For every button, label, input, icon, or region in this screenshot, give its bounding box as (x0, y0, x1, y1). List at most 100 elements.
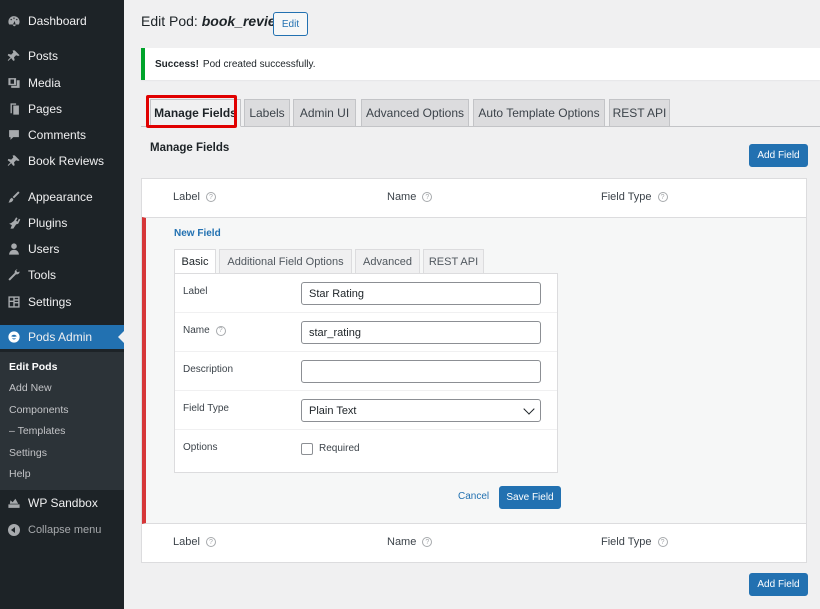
sidebar-item-media[interactable]: Media (0, 71, 124, 95)
column-field-type: Field Type? (601, 191, 668, 203)
success-notice: Success! Pod created successfully. (141, 48, 820, 80)
add-field-button-top[interactable]: Add Field (749, 144, 808, 167)
edit-pod-button[interactable]: Edit (273, 12, 308, 36)
help-icon[interactable]: ? (205, 192, 216, 202)
label-input[interactable]: Star Rating (301, 282, 541, 305)
sidebar-item-comments[interactable]: Comments (0, 123, 124, 147)
help-icon[interactable]: ? (215, 325, 226, 336)
column-label-text: Label (173, 191, 200, 203)
submenu-settings[interactable]: Settings (9, 447, 47, 459)
column-label: Label? (173, 191, 216, 203)
description-input[interactable] (301, 360, 541, 383)
sidebar-item-label: Pages (28, 102, 63, 116)
label-field-label: Label (183, 286, 208, 297)
sidebar-item-appearance[interactable]: Appearance (0, 185, 124, 209)
collapse-menu-label: Collapse menu (28, 524, 102, 536)
comment-icon (7, 128, 21, 142)
column-field-type: Field Type? (601, 536, 668, 548)
fields-table: Label? Name? Field Type? New Field Basic… (141, 178, 807, 563)
column-name-text: Name (387, 191, 417, 203)
sidebar-item-label: Posts (28, 49, 59, 63)
help-icon[interactable]: ? (657, 537, 668, 547)
page-title-prefix: Edit Pod: (141, 13, 198, 29)
tab-editor-rest-api[interactable]: REST API (423, 249, 484, 274)
submenu-edit-pods[interactable]: Edit Pods (9, 361, 57, 373)
form-row-label: Label Star Rating (175, 274, 557, 313)
column-name: Name? (387, 191, 433, 203)
help-icon[interactable]: ? (422, 192, 433, 202)
admin-sidebar: Dashboard Posts Media Pages Comments Boo… (0, 0, 124, 609)
submenu-add-new[interactable]: Add New (9, 382, 52, 394)
tab-manage-fields[interactable]: Manage Fields (150, 99, 241, 127)
submenu-help[interactable]: Help (9, 468, 31, 480)
field-type-label: Field Type (183, 403, 229, 414)
manage-fields-title: Manage Fields (150, 142, 230, 154)
tab-basic[interactable]: Basic (174, 249, 216, 274)
help-icon[interactable]: ? (205, 537, 216, 547)
new-field-link[interactable]: New Field (174, 228, 221, 239)
sidebar-item-label: Plugins (28, 216, 68, 230)
page-title: Edit Pod: book_review (141, 13, 287, 29)
collapse-icon (8, 524, 20, 536)
field-type-select[interactable]: Plain Text (301, 399, 541, 422)
sidebar-item-pods-admin[interactable]: Pods Admin (0, 325, 124, 349)
tab-advanced[interactable]: Advanced (355, 249, 420, 274)
help-icon[interactable]: ? (657, 192, 668, 202)
name-field-label: Name? (183, 325, 226, 336)
notice-text: Pod created successfully. (202, 58, 316, 70)
sidebar-item-dashboard[interactable]: Dashboard (0, 9, 124, 33)
save-field-button[interactable]: Save Field (499, 486, 561, 509)
tab-advanced-options[interactable]: Advanced Options (361, 99, 469, 127)
cancel-link[interactable]: Cancel (458, 491, 489, 502)
tab-admin-ui[interactable]: Admin UI (293, 99, 356, 127)
field-edit-panel: New Field Basic Additional Field Options… (142, 217, 806, 524)
column-label: Label? (173, 536, 216, 548)
main-content: Edit Pod: book_review Edit Success! Pod … (124, 0, 820, 609)
sidebar-item-posts[interactable]: Posts (0, 44, 124, 68)
required-checkbox[interactable] (301, 443, 313, 455)
form-row-field-type: Field Type Plain Text (175, 391, 557, 430)
tab-rest-api[interactable]: REST API (609, 99, 670, 127)
form-row-description: Description (175, 352, 557, 391)
help-icon[interactable]: ? (422, 537, 433, 547)
tab-additional-field-options[interactable]: Additional Field Options (219, 249, 352, 274)
name-field-label-text: Name (183, 325, 210, 336)
sidebar-item-label: Tools (28, 268, 57, 282)
sidebar-item-label: Users (28, 242, 60, 256)
sidebar-item-book-reviews[interactable]: Book Reviews (0, 149, 124, 173)
add-field-button-bottom[interactable]: Add Field (749, 573, 808, 596)
required-label: Required (319, 443, 360, 454)
collapse-menu-button[interactable]: Collapse menu (0, 520, 101, 540)
pages-icon (7, 102, 21, 116)
column-label-text: Label (173, 536, 200, 548)
sidebar-item-wp-sandbox[interactable]: WP Sandbox (0, 491, 124, 515)
form-row-options: Options Required (175, 430, 557, 469)
user-icon (7, 242, 21, 256)
sidebar-item-label: Media (28, 76, 61, 90)
sidebar-item-plugins[interactable]: Plugins (0, 211, 124, 235)
column-name: Name? (387, 536, 433, 548)
table-header-top: Label? Name? Field Type? (142, 179, 806, 218)
form-row-name: Name? star_rating (175, 313, 557, 352)
dashboard-icon (7, 14, 21, 28)
submenu-templates[interactable]: – Templates (9, 425, 65, 437)
sidebar-item-pages[interactable]: Pages (0, 97, 124, 121)
settings-icon (7, 295, 21, 309)
notice-strong: Success! (155, 58, 199, 70)
basic-form: Label Star Rating Name? star_rating Desc… (174, 273, 558, 473)
column-field-type-text: Field Type (601, 536, 652, 548)
tab-auto-template-options[interactable]: Auto Template Options (473, 99, 605, 127)
table-header-bottom: Label? Name? Field Type? (142, 524, 806, 563)
pods-icon (7, 330, 21, 344)
name-input[interactable]: star_rating (301, 321, 541, 344)
options-label: Options (183, 442, 218, 453)
sidebar-item-users[interactable]: Users (0, 237, 124, 261)
sidebar-item-label: Pods Admin (28, 330, 93, 344)
sidebar-item-label: Comments (28, 128, 87, 142)
sidebar-item-tools[interactable]: Tools (0, 263, 124, 287)
tab-labels[interactable]: Labels (244, 99, 290, 127)
sidebar-item-label: Dashboard (28, 14, 87, 28)
sidebar-item-settings[interactable]: Settings (0, 290, 124, 314)
plug-icon (7, 216, 21, 230)
submenu-components[interactable]: Components (9, 404, 69, 416)
